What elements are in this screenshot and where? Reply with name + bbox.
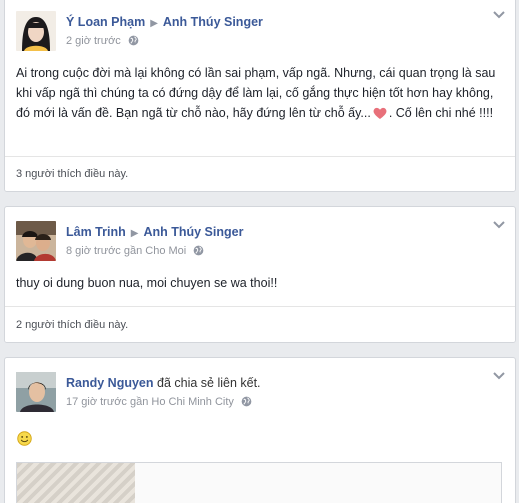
story-title: Lâm Trinh ▶ Anh Thúy Singer <box>66 225 243 239</box>
post-message: thuy oi dung buon nua, moi chuyen se wa … <box>16 276 278 290</box>
author-link[interactable]: Lâm Trinh <box>66 225 126 239</box>
globe-icon[interactable] <box>128 35 139 49</box>
post-text-end: . Cố lên chi nhé !!!! <box>388 106 494 120</box>
smiley-icon <box>17 431 32 449</box>
likes-bar: 2 người thích điều này. <box>5 306 515 342</box>
chevron-down-icon[interactable] <box>492 370 506 380</box>
likes-count-link[interactable]: 2 người thích điều này. <box>16 319 128 331</box>
feed-story: Lâm Trinh ▶ Anh Thúy Singer 8 giờ trước gầ… <box>4 206 516 343</box>
heart-icon <box>373 106 387 126</box>
avatar[interactable] <box>16 221 56 261</box>
author-link[interactable]: Ý Loan Phạm <box>66 15 145 29</box>
story-title: Ý Loan Phạm ▶ Anh Thúy Singer <box>66 15 263 29</box>
target-link[interactable]: Anh Thúy Singer <box>143 225 243 239</box>
avatar[interactable] <box>16 11 56 51</box>
story-action: đã chia sẻ liên kết. <box>157 376 261 390</box>
chevron-down-icon[interactable] <box>492 9 506 19</box>
story-header: Lâm Trinh ▶ Anh Thúy Singer 8 giờ trước gầ… <box>16 221 485 261</box>
story-meta: 2 giờ trước <box>66 35 139 49</box>
link-preview[interactable] <box>16 462 502 503</box>
story-header: Ý Loan Phạm ▶ Anh Thúy Singer 2 giờ trước <box>16 11 485 51</box>
story-title: Randy Nguyen đã chia sẻ liên kết. <box>66 376 261 390</box>
timestamp-link[interactable]: 17 giờ trước gần Ho Chi Minh City <box>66 396 234 408</box>
link-thumbnail[interactable] <box>17 463 135 503</box>
post-message: Ai trong cuộc đời mà lại không có lần sa… <box>16 63 501 126</box>
globe-icon[interactable] <box>193 245 204 259</box>
feed-story: Randy Nguyen đã chia sẻ liên kết. 17 giờ… <box>4 357 516 503</box>
likes-count-link[interactable]: 3 người thích điều này. <box>16 168 128 180</box>
chevron-down-icon[interactable] <box>492 219 506 229</box>
story-meta: 8 giờ trước gần Cho Moi <box>66 245 204 259</box>
story-header: Randy Nguyen đã chia sẻ liên kết. 17 giờ… <box>16 372 485 412</box>
arrow-right-icon: ▶ <box>150 18 158 29</box>
globe-icon[interactable] <box>241 396 252 410</box>
arrow-right-icon: ▶ <box>130 228 139 239</box>
likes-bar: 3 người thích điều này. <box>5 156 515 191</box>
author-link[interactable]: Randy Nguyen <box>66 376 154 390</box>
timestamp-link[interactable]: 2 giờ trước <box>66 35 121 47</box>
feed-story: Ý Loan Phạm ▶ Anh Thúy Singer 2 giờ trước … <box>4 0 516 192</box>
timestamp-link[interactable]: 8 giờ trước gần Cho Moi <box>66 245 186 257</box>
story-meta: 17 giờ trước gần Ho Chi Minh City <box>66 396 252 410</box>
target-link[interactable]: Anh Thúy Singer <box>163 15 263 29</box>
avatar[interactable] <box>16 372 56 412</box>
